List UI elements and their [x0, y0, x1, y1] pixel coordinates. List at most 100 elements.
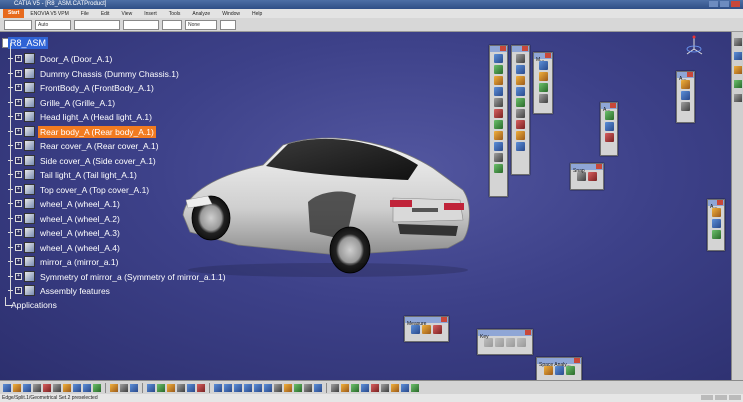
toolbox-assembly-constraints[interactable] — [489, 45, 508, 197]
expand-icon[interactable]: + — [15, 186, 22, 193]
close-icon[interactable] — [522, 46, 528, 51]
measure-inertia-icon[interactable] — [433, 325, 442, 334]
fit-all-icon[interactable] — [224, 383, 232, 392]
formula-icon[interactable] — [110, 383, 118, 392]
expand-icon[interactable]: + — [15, 70, 22, 77]
table-icon[interactable] — [147, 383, 155, 392]
toolbox-a3[interactable]: A... — [707, 199, 725, 251]
tool-icon[interactable] — [734, 52, 742, 60]
expand-icon[interactable]: + — [15, 157, 22, 164]
close-icon[interactable] — [574, 358, 580, 363]
tool-icon[interactable] — [516, 120, 525, 129]
tool-icon[interactable] — [516, 131, 525, 140]
status-field[interactable] — [715, 395, 727, 400]
tool-icon[interactable] — [381, 383, 389, 392]
catalog-icon[interactable] — [120, 383, 128, 392]
linetype-select[interactable] — [74, 19, 120, 30]
tool-icon[interactable] — [494, 142, 503, 151]
swap-visible-icon[interactable] — [314, 383, 322, 392]
tool-icon[interactable] — [341, 383, 349, 392]
normal-view-icon[interactable] — [274, 383, 282, 392]
toolbox-header[interactable]: Key — [478, 330, 532, 340]
toolbox-measure[interactable]: Measure — [404, 316, 449, 342]
tool-icon[interactable] — [494, 76, 503, 85]
tool-icon[interactable] — [494, 87, 503, 96]
tree-applications[interactable]: Applications — [11, 300, 57, 310]
tree-item[interactable]: + Side cover_A (Side cover_A.1) — [8, 154, 158, 167]
expand-icon[interactable]: + — [15, 84, 22, 91]
toolbox-header[interactable]: M... — [534, 53, 552, 63]
expand-icon[interactable]: + — [15, 113, 22, 120]
close-icon[interactable] — [545, 53, 551, 58]
tool-icon[interactable] — [711, 230, 721, 239]
toolbox-header[interactable]: A... — [601, 103, 617, 113]
tree-item[interactable]: + Top cover_A (Top cover_A.1) — [8, 183, 151, 196]
whats-this-icon[interactable] — [93, 383, 101, 392]
print-icon[interactable] — [33, 383, 41, 392]
tree-item[interactable]: + Head light_A (Head light_A.1) — [8, 110, 154, 123]
tool-icon[interactable] — [391, 383, 399, 392]
tree-item[interactable]: + Rear cover_A (Rear cover_A.1) — [8, 139, 161, 152]
tool-icon[interactable] — [681, 102, 690, 111]
iso-view-icon[interactable] — [284, 383, 292, 392]
toolbox-header[interactable]: A... — [677, 72, 694, 82]
close-button[interactable] — [731, 1, 740, 7]
expand-icon[interactable]: + — [15, 258, 22, 265]
open-icon[interactable] — [13, 383, 21, 392]
tree-item[interactable]: + Tail light_A (Tail light_A.1) — [8, 168, 139, 181]
tool-icon[interactable] — [516, 65, 525, 74]
expand-icon[interactable]: + — [15, 200, 22, 207]
expand-icon[interactable]: + — [15, 215, 22, 222]
toolbox-header[interactable] — [490, 46, 507, 52]
status-field[interactable] — [701, 395, 713, 400]
cut-icon[interactable] — [43, 383, 51, 392]
toolbox-header[interactable]: Space Analy... — [537, 358, 581, 368]
tool-icon[interactable] — [177, 383, 185, 392]
tool-icon[interactable] — [516, 142, 525, 151]
close-icon[interactable] — [687, 72, 693, 77]
tool-icon[interactable] — [157, 383, 165, 392]
menu-help[interactable]: Help — [246, 11, 268, 17]
tool-icon[interactable] — [734, 38, 742, 46]
tool-icon[interactable] — [516, 87, 525, 96]
toolbox-snap[interactable]: Snap — [570, 163, 604, 190]
minimize-button[interactable] — [709, 1, 718, 7]
status-field[interactable] — [729, 395, 741, 400]
tool-icon[interactable] — [494, 109, 503, 118]
menu-start[interactable]: Start — [3, 9, 25, 18]
pan-icon[interactable] — [234, 383, 242, 392]
maximize-button[interactable] — [720, 1, 729, 7]
toolbox-move[interactable]: M... — [533, 52, 553, 114]
toolbox-header[interactable] — [512, 46, 529, 52]
measure-icon[interactable] — [130, 383, 138, 392]
shading-icon[interactable] — [294, 383, 302, 392]
hide-show-icon[interactable] — [304, 383, 312, 392]
menu-enovia[interactable]: ENOVIA V5 VPM — [24, 11, 74, 17]
menu-tools[interactable]: Tools — [163, 11, 187, 17]
expand-icon[interactable]: + — [15, 128, 22, 135]
tool-icon[interactable] — [516, 109, 525, 118]
expand-icon[interactable]: + — [15, 229, 22, 236]
expand-icon[interactable]: + — [15, 287, 22, 294]
tool-icon[interactable] — [494, 153, 503, 162]
toolbox-header[interactable]: A... — [708, 200, 724, 210]
tool-icon[interactable] — [516, 76, 525, 85]
paste-icon[interactable] — [63, 383, 71, 392]
tool-icon[interactable] — [538, 72, 548, 81]
tree-item[interactable]: + FrontBody_A (FrontBody_A.1) — [8, 81, 156, 94]
tool-icon[interactable] — [494, 131, 503, 140]
fly-mode-icon[interactable] — [214, 383, 222, 392]
thickness-select[interactable] — [123, 19, 159, 30]
smart-move-icon[interactable] — [588, 172, 597, 181]
tool-icon[interactable] — [361, 383, 369, 392]
tool-icon[interactable] — [494, 65, 503, 74]
toolbox-a1[interactable]: A... — [600, 102, 618, 156]
tree-item[interactable]: + Grille_A (Grille_A.1) — [8, 96, 117, 109]
save-icon[interactable] — [23, 383, 31, 392]
menu-insert[interactable]: Insert — [138, 11, 163, 17]
tool-icon[interactable] — [516, 98, 525, 107]
tool-icon[interactable] — [538, 94, 548, 103]
tool-icon[interactable] — [197, 383, 205, 392]
tool-icon[interactable] — [711, 219, 721, 228]
tree-item[interactable]: + wheel_A (wheel_A.3) — [8, 226, 122, 239]
